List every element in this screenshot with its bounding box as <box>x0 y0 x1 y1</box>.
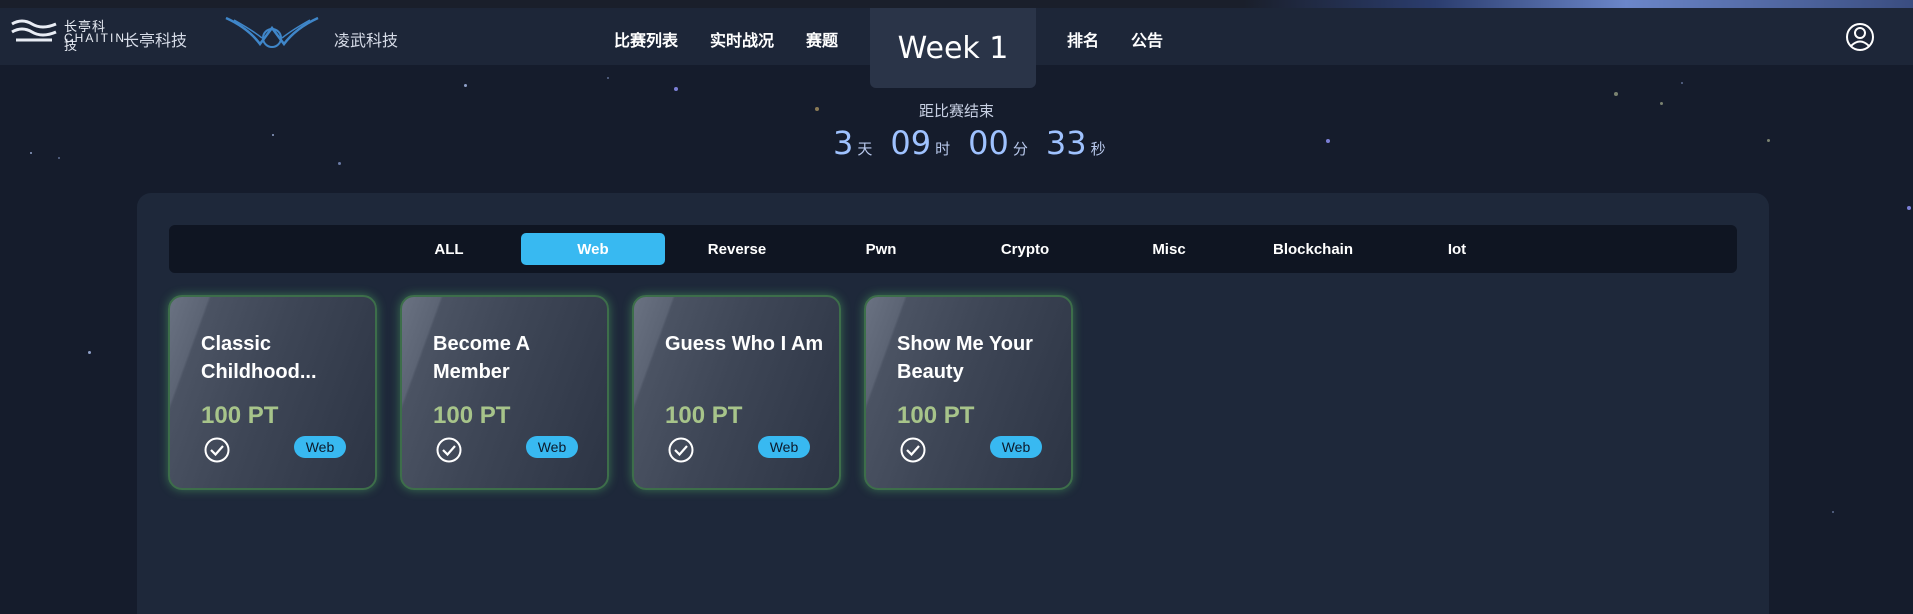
challenge-points: 100 PT <box>897 402 975 429</box>
check-circle-icon <box>204 437 230 463</box>
nav-challenges[interactable]: 赛题 <box>806 27 838 51</box>
brand-chaitin[interactable]: 长亭科技 <box>123 27 187 51</box>
challenge-card[interactable]: Guess Who I Am 100 PT Web <box>632 295 841 490</box>
tab-reverse[interactable]: Reverse <box>665 233 809 265</box>
challenge-title: Classic Childhood... <box>201 333 317 383</box>
challenge-category-badge: Web <box>294 436 346 458</box>
challenge-title: Show Me Your Beauty <box>897 333 1033 383</box>
nav-live-status[interactable]: 实时战况 <box>710 27 774 51</box>
lingwu-wings-icon <box>225 16 319 48</box>
check-circle-icon <box>900 437 926 463</box>
nav-match-list[interactable]: 比赛列表 <box>614 27 678 51</box>
countdown-hours: 09 <box>890 124 932 162</box>
tab-misc[interactable]: Misc <box>1097 233 1241 265</box>
challenge-points: 100 PT <box>433 402 511 429</box>
brand-lingwu[interactable]: 凌武科技 <box>334 27 398 51</box>
chaitin-wave-icon <box>11 19 57 42</box>
check-circle-icon <box>668 437 694 463</box>
browser-bookmark-strip <box>0 0 1913 8</box>
challenge-category-badge: Web <box>758 436 810 458</box>
countdown-days-unit: 天 <box>857 141 873 158</box>
challenge-category-badge: Web <box>526 436 578 458</box>
week-selector[interactable]: Week 1 <box>870 8 1036 88</box>
countdown-minutes: 00 <box>968 124 1009 162</box>
countdown-timer: 3 天 09 时 00 分 33 秒 <box>833 124 1124 164</box>
nav-ranking[interactable]: 排名 <box>1067 27 1099 51</box>
lingwu-logo[interactable] <box>224 14 320 57</box>
challenge-category-badge: Web <box>990 436 1042 458</box>
tab-pwn[interactable]: Pwn <box>809 233 953 265</box>
tab-crypto[interactable]: Crypto <box>953 233 1097 265</box>
nav-announcements[interactable]: 公告 <box>1131 27 1163 51</box>
chaitin-logo-en: CHAITIN <box>64 31 126 45</box>
check-circle-icon <box>436 437 462 463</box>
challenge-title: Guess Who I Am <box>665 333 824 355</box>
countdown-minutes-unit: 分 <box>1012 141 1028 158</box>
tab-web[interactable]: Web <box>521 233 665 265</box>
countdown-hours-unit: 时 <box>935 141 951 158</box>
countdown-seconds-unit: 秒 <box>1090 141 1106 158</box>
tab-all[interactable]: ALL <box>377 233 521 265</box>
challenge-card[interactable]: Become A Member 100 PT Web <box>400 295 609 490</box>
challenge-title: Become A Member <box>433 333 530 383</box>
countdown-days: 3 <box>833 124 854 162</box>
tab-blockchain[interactable]: Blockchain <box>1241 233 1385 265</box>
countdown-seconds: 33 <box>1045 124 1087 162</box>
chaitin-logo[interactable]: 长亭科技 CHAITIN <box>10 14 124 53</box>
challenge-card[interactable]: Classic Childhood... 100 PT Web <box>168 295 377 490</box>
challenge-card[interactable]: Show Me Your Beauty 100 PT Web <box>864 295 1073 490</box>
challenge-points: 100 PT <box>201 402 279 429</box>
tab-iot[interactable]: Iot <box>1385 233 1529 265</box>
user-account-icon[interactable] <box>1845 22 1875 57</box>
countdown-label: 距比赛结束 <box>918 103 994 120</box>
challenge-points: 100 PT <box>665 402 743 429</box>
